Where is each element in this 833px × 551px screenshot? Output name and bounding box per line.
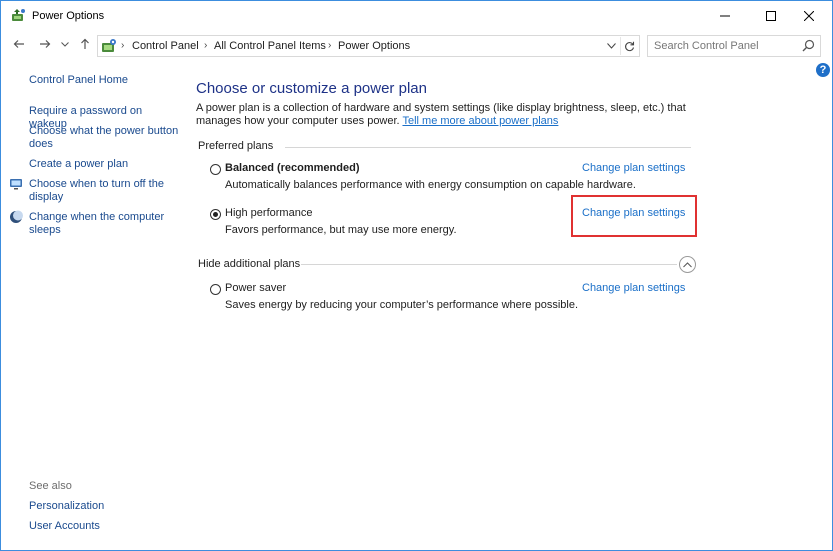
see-also-user-accounts[interactable]: User Accounts [29,520,100,533]
learn-more-link[interactable]: Tell me more about power plans [402,115,558,127]
sidebar-item-computer-sleeps[interactable]: Change when the computer sleeps [29,211,179,237]
search-box[interactable] [647,35,821,57]
plan-name-power-saver[interactable]: Power saver [225,282,286,294]
help-icon: ? [819,64,827,76]
breadcrumb-separator: › [328,40,332,51]
address-dropdown-button[interactable] [604,38,618,54]
chevron-down-icon [606,43,616,49]
refresh-button[interactable] [620,37,637,55]
plan-name-high-performance[interactable]: High performance [225,207,312,219]
collapse-additional-plans-button[interactable] [679,256,696,273]
arrow-left-icon [13,40,24,48]
radio-power-saver[interactable] [210,284,221,295]
intro-paragraph: A power plan is a collection of hardware… [196,102,716,128]
plan-description-balanced: Automatically balances performance with … [225,179,636,191]
maximize-icon [766,11,776,21]
close-icon [804,11,814,21]
arrow-right-icon [40,40,51,48]
breadcrumb-separator: › [204,40,208,51]
see-also-personalization[interactable]: Personalization [29,500,104,513]
sidebar-control-panel-home[interactable]: Control Panel Home [29,74,128,87]
highlight-annotation-box [571,195,697,237]
chevron-up-icon [683,261,692,267]
minimize-button[interactable] [702,1,748,31]
recent-locations-button[interactable] [59,35,71,53]
refresh-icon [624,41,634,51]
plan-description-high-performance: Favors performance, but may use more ene… [225,224,457,236]
radio-high-performance[interactable] [210,209,221,220]
breadcrumb-all-items[interactable]: All Control Panel Items [214,40,326,52]
divider [301,264,677,265]
window-title: Power Options [32,10,105,22]
navigation-bar: › Control Panel › All Control Panel Item… [1,31,832,58]
forward-button[interactable] [36,35,54,53]
help-button[interactable]: ? [816,63,830,77]
chevron-down-icon [61,41,69,47]
breadcrumb-control-panel[interactable]: Control Panel [132,40,199,52]
preferred-plans-heading: Preferred plans [198,140,274,152]
breadcrumb-power-options[interactable]: Power Options [338,40,410,52]
back-button[interactable] [10,35,28,53]
radio-balanced[interactable] [210,164,221,175]
plan-name-balanced[interactable]: Balanced (recommended) [225,162,359,174]
plan-description-power-saver: Saves energy by reducing your computer’s… [225,299,578,311]
title-bar: Power Options [1,1,832,31]
change-plan-settings-balanced[interactable]: Change plan settings [582,162,685,174]
hide-additional-plans-heading: Hide additional plans [198,258,301,270]
sidebar-item-create-plan[interactable]: Create a power plan [29,158,179,171]
breadcrumb-separator: › [121,40,125,51]
search-icon[interactable] [802,39,815,52]
sidebar: Control Panel Home Require a password on… [1,58,181,548]
power-options-icon [12,9,25,21]
up-button[interactable] [76,35,94,53]
see-also-heading: See also [29,480,72,492]
sidebar-item-turn-off-display[interactable]: Choose when to turn off the display [29,178,179,204]
page-title: Choose or customize a power plan [196,80,427,97]
divider [285,147,691,148]
monitor-icon [10,179,22,190]
close-button[interactable] [786,1,832,31]
sidebar-item-power-button[interactable]: Choose what the power button does [29,125,179,151]
search-input[interactable] [654,39,794,53]
change-plan-settings-power-saver[interactable]: Change plan settings [582,282,685,294]
power-options-window: Power Options › Control Panel › All Cont… [0,0,833,551]
minimize-icon [720,15,730,17]
moon-icon [10,210,23,223]
control-panel-icon [102,39,116,52]
address-bar[interactable]: › Control Panel › All Control Panel Item… [97,35,640,57]
arrow-up-icon [81,38,89,49]
